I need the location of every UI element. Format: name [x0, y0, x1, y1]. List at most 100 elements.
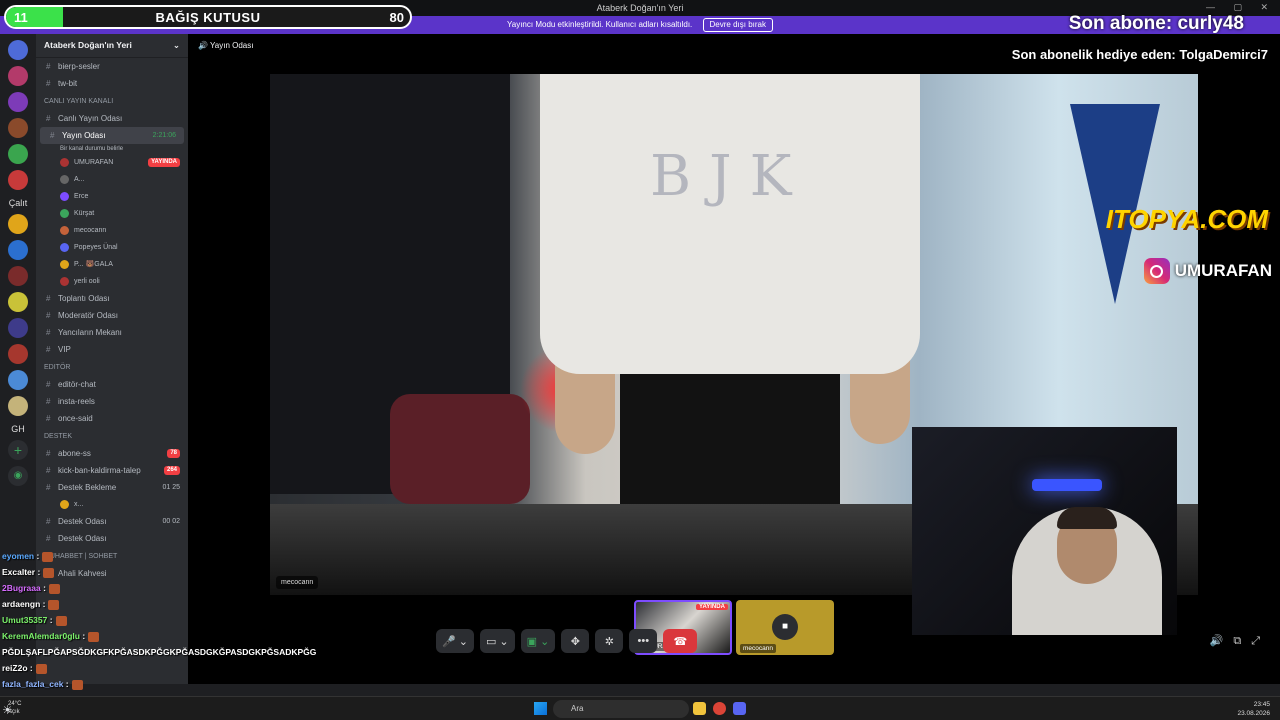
microphone-button[interactable]: 🎤 ⌄ [436, 629, 474, 653]
soundboard-button[interactable]: ✲ [595, 629, 624, 653]
channel-hash-icon: # [46, 449, 51, 458]
explore-icon[interactable]: ◉ [8, 466, 28, 486]
file-explorer-icon[interactable] [693, 702, 706, 715]
server-icon[interactable] [8, 170, 28, 190]
channel-category[interactable]: Editör [36, 358, 188, 376]
channel-item[interactable]: # Destek Odası 00 02 [36, 513, 188, 530]
status-badge: YAYINDA [148, 158, 180, 167]
channel-hash-icon: # [46, 517, 51, 526]
emote-icon [55, 615, 67, 626]
window-controls[interactable]: — ▢ ✕ [1206, 2, 1276, 13]
clock[interactable]: 23:45 23.08.2026 [1237, 700, 1270, 718]
voice-user[interactable]: x... [36, 496, 188, 513]
server-icon[interactable] [8, 240, 28, 260]
avatar [60, 209, 69, 218]
add-server-icon[interactable]: + [8, 440, 28, 460]
channel-category[interactable]: Destek [36, 427, 188, 445]
server-icon[interactable] [8, 40, 28, 60]
disable-streamer-mode-button[interactable]: Devre dışı bırak [702, 18, 773, 32]
taskbar-search[interactable]: Ara [553, 700, 689, 718]
chat-message: Umut35357 : [0, 612, 300, 628]
channel-category[interactable]: CANLI YAYIN KANALI [36, 92, 188, 110]
server-icon[interactable] [8, 214, 28, 234]
instagram-handle: UMURAFAN [1143, 258, 1272, 284]
voice-user[interactable]: yerli ooli [36, 273, 188, 290]
time: 23:45 [1253, 701, 1270, 708]
chat-separator: : [34, 551, 40, 561]
server-icon[interactable] [8, 396, 28, 416]
server-icon[interactable] [8, 266, 28, 286]
voice-user[interactable]: Erce [36, 188, 188, 205]
channel-item[interactable]: # Toplantı Odası [36, 290, 188, 307]
taskbar: ☀ 24°C Açık Ara 23:45 23.08.2026 [0, 696, 1280, 720]
server-icon[interactable] [8, 318, 28, 338]
channel-label: VIP [58, 345, 71, 354]
emote-icon [35, 663, 47, 674]
server-icon[interactable] [8, 66, 28, 86]
start-icon[interactable] [534, 702, 547, 715]
channel-item[interactable]: # kick-ban-kaldirma-talep 264 [36, 462, 188, 479]
server-header[interactable]: Ataberk Doğan'ın Yeri ⌄ [36, 34, 188, 58]
blue-light [1032, 479, 1102, 491]
avatar [60, 260, 69, 269]
instagram-icon [1143, 258, 1170, 284]
discord-icon[interactable] [733, 702, 746, 715]
view-controls[interactable]: 🔊⧉⤢ [1210, 634, 1270, 648]
screen-share-button[interactable]: ▣ ⌄ [520, 629, 556, 653]
weather-widget[interactable]: 24°C Açık [8, 700, 21, 716]
date: 23.08.2026 [1237, 710, 1270, 717]
channel-item[interactable]: # Yayın Odası 2:21:06 [40, 127, 184, 144]
channel-hash-icon: # [46, 483, 51, 492]
server-icon[interactable] [8, 144, 28, 164]
channel-item[interactable]: # Moderatör Odası [36, 307, 188, 324]
voice-user[interactable]: Popeyes Ünal [36, 239, 188, 256]
channel-label: Yancıların Mekanı [58, 328, 122, 337]
channel-item[interactable]: # once-said [36, 410, 188, 427]
activities-button[interactable]: ✥ [561, 629, 590, 653]
channel-item[interactable]: # Canlı Yayın Odası [36, 110, 188, 127]
channel-list: # bierp-sesler # tw-bit CANLI YAYIN KANALI # C… [36, 58, 188, 582]
server-icon[interactable] [8, 344, 28, 364]
server-icon[interactable] [8, 292, 28, 312]
channel-status[interactable]: Bir kanal durumu belirle [36, 144, 188, 154]
last-subscriber: Son abone: curly48 [1068, 13, 1244, 34]
channel-label: Toplantı Odası [58, 294, 110, 303]
channel-item[interactable]: # Destek Bekleme 01 25 [36, 479, 188, 496]
server-name: Ataberk Doğan'ın Yeri [44, 40, 132, 50]
chat-username: 2Bugraaa [2, 583, 41, 593]
channel-label: Popeyes Ünal [74, 244, 118, 251]
channel-item[interactable]: # VIP [36, 341, 188, 358]
chat-separator: : [40, 583, 46, 593]
voice-user[interactable]: A... [36, 171, 188, 188]
channel-item[interactable]: # tw-bit [36, 75, 188, 92]
server-label[interactable]: Çalıt [0, 198, 36, 208]
channel-item[interactable]: # abone-ss 78 [36, 445, 188, 462]
chat-separator: : [35, 567, 41, 577]
channel-item[interactable]: # bierp-sesler [36, 58, 188, 75]
avatar [60, 277, 69, 286]
instagram-name: UMURAFAN [1174, 261, 1272, 280]
voice-user[interactable]: mecocann [36, 222, 188, 239]
user-count: 00 02 [162, 518, 180, 525]
server-icon[interactable] [8, 92, 28, 112]
voice-user[interactable]: Kürşat [36, 205, 188, 222]
avatar [60, 243, 69, 252]
server-label[interactable]: GH [0, 424, 36, 434]
chat-username: eyomen [2, 551, 35, 561]
channel-item[interactable]: # editör-chat [36, 376, 188, 393]
channel-item[interactable]: # Yancıların Mekanı [36, 324, 188, 341]
more-button[interactable]: ••• [629, 629, 658, 653]
camera-button[interactable]: ▭ ⌄ [479, 629, 515, 653]
avatar [60, 226, 69, 235]
chat-message: PĞDLŞAFLPĞAPSĞDKGFKPĞASDKPĞGKPĞASDGKĞPAS… [0, 644, 316, 660]
server-icon[interactable] [8, 118, 28, 138]
voice-user[interactable]: P... 🐻GALA [36, 256, 188, 273]
channel-item[interactable]: # Destek Odası [36, 530, 188, 547]
channel-item[interactable]: # insta-reels [36, 393, 188, 410]
browser-icon[interactable] [713, 702, 726, 715]
channel-label: kick-ban-kaldirma-talep [58, 466, 141, 475]
voice-user[interactable]: UMURAFAN YAYINDA [36, 154, 188, 171]
disconnect-button[interactable]: ☎ [663, 629, 698, 653]
channel-hash-icon: # [50, 131, 55, 140]
server-icon[interactable] [8, 370, 28, 390]
